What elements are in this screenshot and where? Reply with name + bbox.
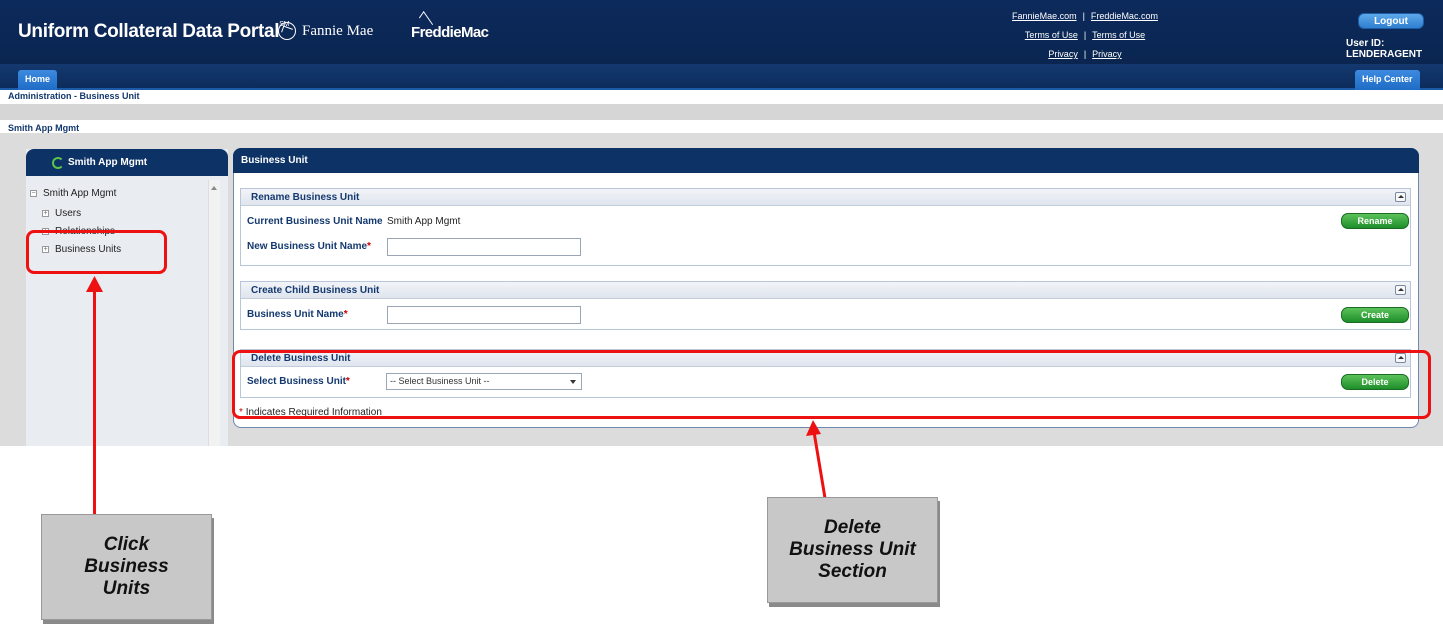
- tree-root-label: Smith App Mgmt: [43, 188, 117, 199]
- child-name-input[interactable]: [387, 306, 581, 324]
- rename-button[interactable]: Rename: [1341, 213, 1409, 229]
- fannie-mae-text: Fannie Mae: [302, 22, 374, 39]
- fanniemae-link[interactable]: FannieMae.com: [1012, 7, 1077, 26]
- callout-line: Section: [818, 561, 887, 582]
- collapse-icon[interactable]: [1395, 192, 1406, 202]
- new-name-label-text: New Business Unit Name: [247, 241, 368, 252]
- create-section-header: Create Child Business Unit: [241, 282, 1410, 299]
- rename-section-header: Rename Business Unit: [241, 189, 1410, 206]
- portal-title-text: Uniform Collateral Data Portal: [18, 21, 280, 42]
- divider-band: [0, 104, 1443, 120]
- fannie-mae-logo: Fannie Mae: [278, 22, 373, 40]
- callout-line: Units: [102, 578, 151, 599]
- fannie-terms-link[interactable]: Terms of Use: [1025, 26, 1078, 45]
- left-panel-header: Smith App Mgmt: [26, 149, 228, 176]
- tree-scrollbar[interactable]: [208, 180, 220, 446]
- header-links: FannieMae.com | FreddieMac.com Terms of …: [1010, 7, 1160, 64]
- current-name-value: Smith App Mgmt: [387, 216, 461, 227]
- collapse-icon[interactable]: [1395, 285, 1406, 295]
- link-separator: |: [1083, 49, 1087, 59]
- freddiemac-link[interactable]: FreddieMac.com: [1091, 7, 1158, 26]
- sync-icon: [52, 157, 64, 169]
- freddie-mac-logo: FreddieMac: [411, 24, 489, 41]
- logout-button[interactable]: Logout: [1358, 13, 1424, 29]
- collapse-icon[interactable]: −: [30, 189, 37, 197]
- freddie-privacy-link[interactable]: Privacy: [1092, 45, 1122, 64]
- rename-section-title: Rename Business Unit: [251, 192, 360, 203]
- highlight-delete-section: [232, 350, 1431, 419]
- tab-help-center[interactable]: Help Center: [1355, 70, 1420, 90]
- highlight-business-units: [26, 230, 167, 274]
- tree-item-users[interactable]: + Users: [42, 208, 81, 219]
- fannie-mae-icon: [278, 22, 296, 40]
- user-id: User ID: LENDERAGENT: [1346, 38, 1423, 60]
- callout-line: Delete: [823, 517, 881, 538]
- create-button[interactable]: Create: [1341, 307, 1409, 323]
- callout-click-business-units: Click Business Units: [41, 514, 212, 620]
- portal-title: Uniform Collateral Data PortalSM: [18, 21, 289, 43]
- tab-home[interactable]: Home: [18, 70, 58, 90]
- child-name-label-text: Business Unit Name: [247, 309, 344, 320]
- link-separator: |: [1083, 30, 1087, 40]
- current-name-label: Current Business Unit Name: [247, 216, 383, 227]
- expand-icon[interactable]: +: [42, 209, 49, 217]
- scroll-up-icon[interactable]: [211, 186, 217, 190]
- left-panel-title: Smith App Mgmt: [68, 157, 148, 168]
- link-separator: |: [1082, 11, 1085, 21]
- business-unit-panel-header: Business Unit: [233, 148, 1419, 173]
- arrow-head-left-icon: [86, 276, 103, 292]
- tree-item-label: Users: [55, 208, 82, 219]
- fannie-privacy-link[interactable]: Privacy: [1048, 45, 1078, 64]
- required-mark: *: [367, 241, 371, 252]
- arrow-line-left: [93, 290, 96, 514]
- tree-root[interactable]: − Smith App Mgmt: [30, 188, 116, 199]
- new-name-input[interactable]: [387, 238, 581, 256]
- callout-line: Business: [84, 556, 169, 577]
- nav-bar: Home Help Center: [0, 64, 1443, 90]
- arrow-right-icon: [806, 420, 827, 499]
- breadcrumb: Administration - Business Unit: [8, 91, 140, 101]
- freddie-terms-link[interactable]: Terms of Use: [1092, 26, 1145, 45]
- page-subtitle: Smith App Mgmt: [8, 123, 80, 133]
- callout-delete-section: Delete Business Unit Section: [767, 497, 938, 603]
- app-header: Uniform Collateral Data PortalSM Fannie …: [0, 0, 1443, 64]
- child-name-label: Business Unit Name*: [247, 309, 348, 320]
- callout-line: Business Unit: [789, 539, 916, 560]
- required-mark: *: [343, 309, 348, 320]
- new-name-label: New Business Unit Name*: [247, 241, 371, 252]
- create-section-title: Create Child Business Unit: [251, 285, 380, 296]
- callout-line: Click: [103, 534, 150, 555]
